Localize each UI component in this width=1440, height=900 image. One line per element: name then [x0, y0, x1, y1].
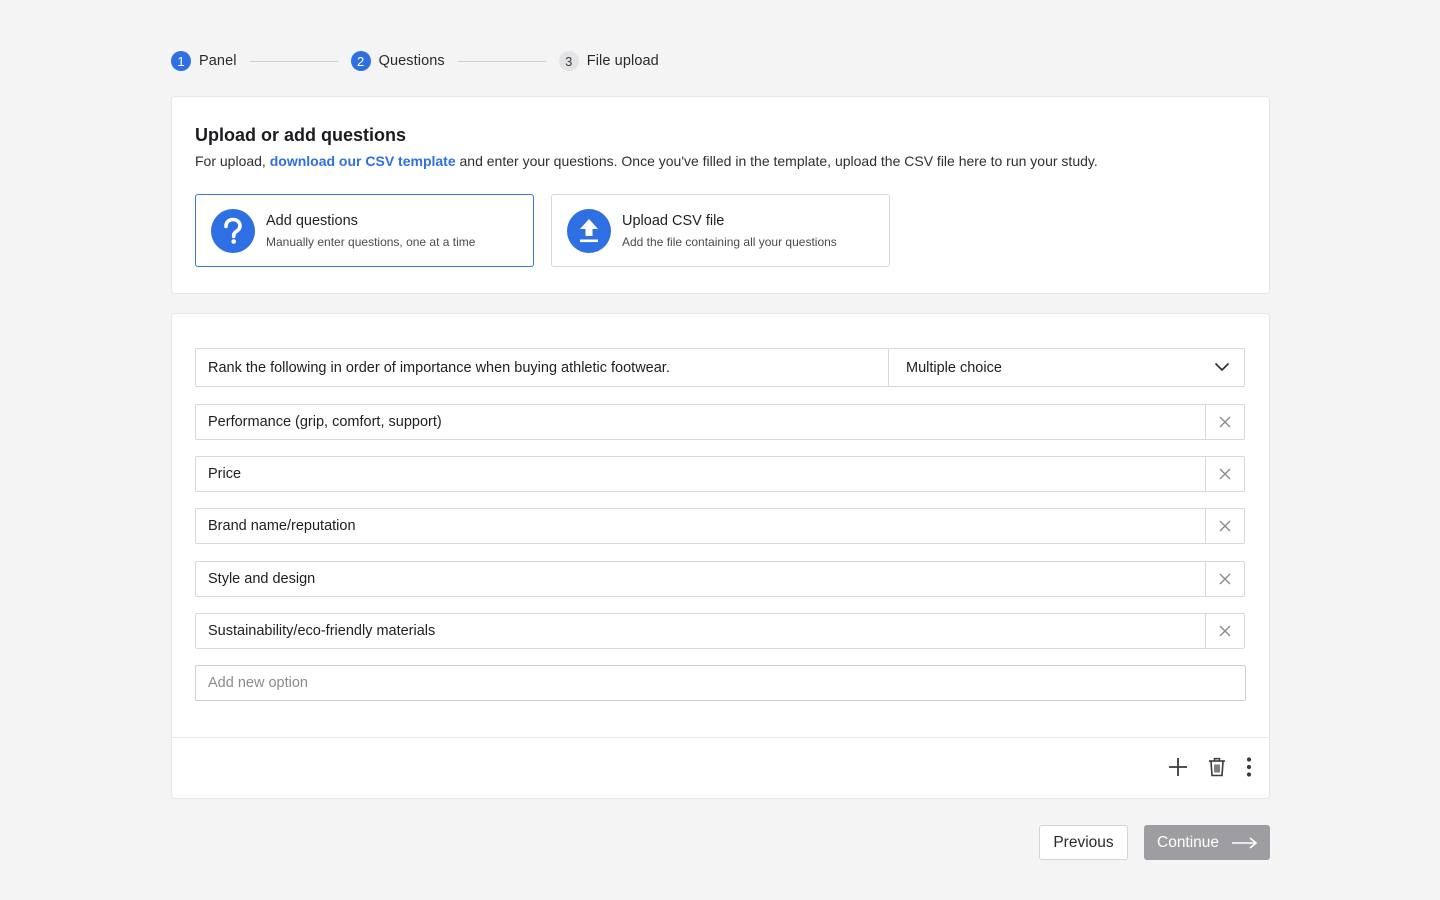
question-card: Rank the following in order of importanc…: [171, 313, 1270, 799]
question-row: Rank the following in order of importanc…: [195, 348, 1245, 387]
answer-option-input[interactable]: Sustainability/eco-friendly materials: [196, 614, 1206, 648]
add-new-option-input[interactable]: [195, 665, 1246, 701]
plus-icon[interactable]: [1168, 757, 1188, 777]
section-title: Upload or add questions: [195, 125, 407, 145]
answer-option-row: Brand name/reputation: [195, 508, 1245, 544]
section-description: For upload, download our CSV template an…: [195, 153, 1098, 169]
option-title: Upload CSV file: [622, 212, 725, 229]
answer-option-input[interactable]: Style and design: [196, 562, 1206, 596]
step-panel[interactable]: 1 Panel: [171, 51, 237, 71]
remove-option-button[interactable]: [1206, 457, 1244, 491]
option-description: Add the file containing all your questio…: [622, 234, 837, 249]
add-questions-option[interactable]: Add questions Manually enter questions, …: [195, 194, 534, 267]
close-icon: [1219, 416, 1231, 428]
answer-option-row: Price: [195, 456, 1245, 492]
description-text: For upload,: [195, 153, 270, 169]
continue-label: Continue: [1157, 833, 1220, 851]
step-label: Questions: [378, 53, 445, 69]
close-icon: [1219, 520, 1231, 532]
option-title: Add questions: [266, 212, 358, 229]
remove-option-button[interactable]: [1206, 509, 1244, 543]
step-label: File upload: [586, 53, 659, 69]
answer-option-input[interactable]: Brand name/reputation: [196, 509, 1206, 543]
upload-csv-option[interactable]: Upload CSV file Add the file containing …: [551, 194, 890, 267]
question-type-select[interactable]: Multiple choice: [889, 349, 1244, 386]
step-questions[interactable]: 2 Questions: [350, 51, 445, 71]
step-file-upload[interactable]: 3 File upload: [558, 51, 659, 71]
arrow-right-icon: [1232, 836, 1258, 849]
answer-option-row: Performance (grip, comfort, support): [195, 404, 1245, 440]
close-icon: [1219, 573, 1231, 585]
answer-option-row: Style and design: [195, 561, 1245, 597]
question-toolbar: [1168, 757, 1252, 777]
continue-button[interactable]: Continue: [1144, 825, 1270, 860]
remove-option-button[interactable]: [1206, 614, 1244, 648]
step-connector: [249, 60, 338, 62]
description-text: and enter your questions. Once you've fi…: [455, 153, 1098, 169]
csv-template-link[interactable]: download our CSV template: [270, 153, 456, 169]
step-number: 2: [350, 51, 371, 71]
close-icon: [1219, 625, 1231, 637]
question-text-input[interactable]: Rank the following in order of importanc…: [196, 349, 889, 386]
question-type-value: Multiple choice: [906, 359, 1002, 376]
close-icon: [1219, 468, 1231, 480]
answer-option-row: Sustainability/eco-friendly materials: [195, 613, 1245, 649]
trash-icon[interactable]: [1208, 757, 1226, 777]
upload-icon: [567, 208, 611, 253]
stepper: 1 Panel 2 Questions 3 File upload: [171, 50, 659, 72]
remove-option-button[interactable]: [1206, 562, 1244, 596]
step-connector: [457, 60, 546, 62]
more-vertical-icon[interactable]: [1246, 757, 1252, 777]
divider: [172, 737, 1269, 738]
answer-option-input[interactable]: Price: [196, 457, 1206, 491]
remove-option-button[interactable]: [1206, 405, 1244, 439]
step-label: Panel: [199, 53, 237, 69]
previous-button[interactable]: Previous: [1039, 825, 1128, 860]
option-description: Manually enter questions, one at a time: [266, 234, 476, 249]
answer-option-input[interactable]: Performance (grip, comfort, support): [196, 405, 1206, 439]
upload-or-add-card: Upload or add questions For upload, down…: [171, 96, 1270, 294]
step-number: 3: [558, 51, 579, 71]
question-mark-icon: [211, 208, 255, 253]
chevron-down-icon: [1214, 360, 1230, 376]
step-number: 1: [171, 51, 191, 71]
